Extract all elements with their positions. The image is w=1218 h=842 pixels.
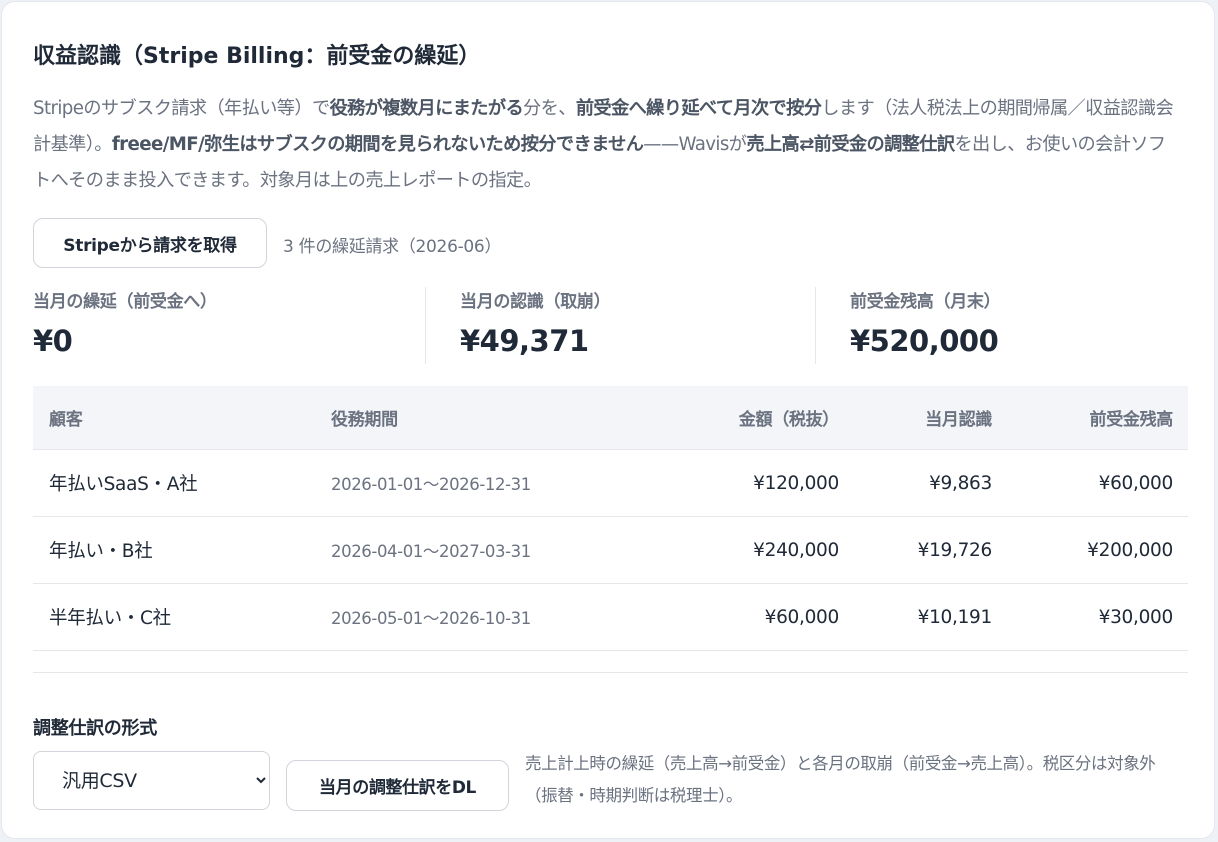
cell-recognized: ¥10,191: [854, 583, 1007, 651]
desc-text-4: ——Wavisが: [643, 134, 747, 155]
col-header-recognized: 当月認識: [854, 386, 1007, 450]
kpi-balance: 前受金残高（月末） ¥520,000: [815, 287, 1187, 364]
panel-description: Stripeのサブスク請求（年払い等）で役務が複数月にまたがる分を、前受金へ繰り…: [33, 91, 1183, 199]
kpi-deferral-label: 当月の繰延（前受金へ）: [33, 292, 217, 312]
kpi-balance-label: 前受金残高（月末）: [850, 292, 1001, 312]
cell-period: 2026-01-01〜2026-12-31: [331, 449, 631, 517]
fetch-status-text: 3 件の繰延請求（2026-06）: [283, 237, 502, 257]
cell-recognized: ¥9,863: [854, 449, 1007, 517]
desc-bold-3: freee/MF/弥生はサブスクの期間を見られないため按分できません: [111, 134, 644, 155]
table-row: 半年払い・C社 2026-05-01〜2026-10-31 ¥60,000 ¥1…: [33, 583, 1188, 651]
kpi-balance-value: ¥520,000: [850, 324, 999, 358]
cell-customer: 半年払い・C社: [33, 583, 331, 651]
fetch-stripe-invoices-button[interactable]: Stripeから請求を取得: [33, 218, 267, 268]
panel-title: 収益認識（Stripe Billing：前受金の繰延）: [33, 44, 481, 69]
format-label: 調整仕訳の形式: [33, 718, 157, 739]
cell-balance: ¥30,000: [1007, 583, 1188, 651]
col-header-amount: 金額（税抜）: [631, 386, 854, 450]
format-note: 売上計上時の繰延（売上高→前受金）と各月の取崩（前受金→売上高）。税区分は対象外…: [525, 754, 1156, 805]
cell-period: 2026-04-01〜2027-03-31: [331, 516, 631, 584]
cell-recognized: ¥19,726: [854, 516, 1007, 584]
revenue-recognition-panel: 収益認識（Stripe Billing：前受金の繰延） Stripeのサブスク請…: [1, 1, 1215, 839]
table-header-row: 顧客 役務期間 金額（税抜） 当月認識 前受金残高: [33, 386, 1188, 450]
cell-balance: ¥60,000: [1007, 449, 1188, 517]
section-divider: [33, 672, 1188, 673]
table-row: 年払い・B社 2026-04-01〜2027-03-31 ¥240,000 ¥1…: [33, 516, 1188, 584]
cell-amount: ¥60,000: [631, 583, 854, 651]
deferral-table: 顧客 役務期間 金額（税抜） 当月認識 前受金残高 年払いSaaS・A社 202…: [33, 386, 1188, 651]
format-select[interactable]: 汎用CSV: [33, 751, 270, 810]
cell-amount: ¥240,000: [631, 516, 854, 584]
col-header-period: 役務期間: [331, 386, 631, 450]
download-adjusting-entries-button[interactable]: 当月の調整仕訳をDL: [286, 760, 509, 811]
desc-text-1: Stripeのサブスク請求（年払い等）で: [33, 98, 330, 119]
kpi-deferral: 当月の繰延（前受金へ） ¥0: [33, 287, 425, 364]
cell-customer: 年払いSaaS・A社: [33, 449, 331, 517]
col-header-customer: 顧客: [33, 386, 331, 450]
col-header-balance: 前受金残高: [1007, 386, 1188, 450]
desc-bold-4: 売上高⇄前受金の調整仕訳: [746, 134, 955, 155]
cell-amount: ¥120,000: [631, 449, 854, 517]
desc-text-2: 分を、: [523, 98, 576, 119]
cell-customer: 年払い・B社: [33, 516, 331, 584]
kpi-deferral-value: ¥0: [33, 324, 73, 358]
desc-bold-1: 役務が複数月にまたがる: [329, 98, 524, 119]
kpi-recognition-value: ¥49,371: [460, 324, 589, 358]
kpi-recognition: 当月の認識（取崩） ¥49,371: [425, 287, 815, 364]
cell-balance: ¥200,000: [1007, 516, 1188, 584]
desc-bold-2: 前受金へ繰り延べて月次で按分: [575, 98, 822, 119]
table-row: 年払いSaaS・A社 2026-01-01〜2026-12-31 ¥120,00…: [33, 449, 1188, 517]
kpi-recognition-label: 当月の認識（取崩）: [460, 292, 611, 312]
cell-period: 2026-05-01〜2026-10-31: [331, 583, 631, 651]
